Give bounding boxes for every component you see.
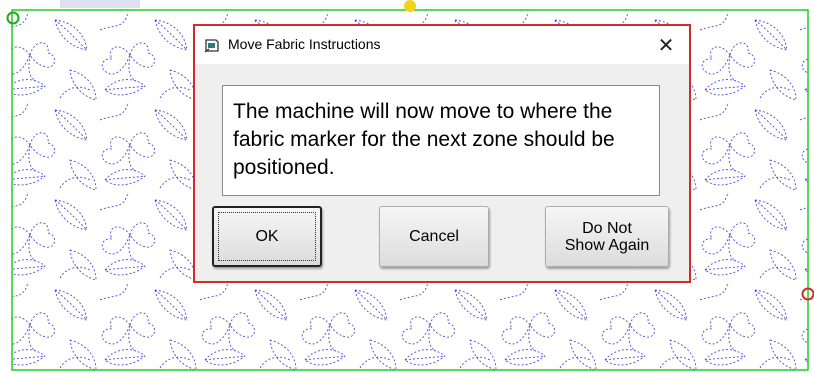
do-not-show-line2: Show Again bbox=[564, 236, 650, 254]
focus-rectangle bbox=[218, 212, 316, 261]
dialog-app-icon bbox=[204, 37, 220, 53]
move-fabric-dialog: Move Fabric Instructions ✕ The machine w… bbox=[193, 24, 691, 283]
dialog-title: Move Fabric Instructions bbox=[228, 36, 381, 52]
ok-button[interactable]: OK bbox=[212, 206, 322, 267]
close-icon: ✕ bbox=[657, 34, 675, 57]
needle-position-marker bbox=[404, 0, 416, 12]
instruction-message-box: The machine will now move to where the f… bbox=[222, 85, 660, 196]
do-not-show-again-label: Do Not Show Again bbox=[565, 220, 650, 254]
cancel-button-label: Cancel bbox=[409, 227, 459, 245]
dialog-titlebar[interactable]: Move Fabric Instructions ✕ bbox=[195, 26, 689, 64]
instruction-message: The machine will now move to where the f… bbox=[233, 100, 615, 179]
cancel-button[interactable]: Cancel bbox=[379, 206, 489, 267]
do-not-show-again-button[interactable]: Do Not Show Again bbox=[545, 206, 669, 267]
close-button[interactable]: ✕ bbox=[643, 26, 689, 64]
do-not-show-line1: Do Not bbox=[582, 219, 632, 237]
